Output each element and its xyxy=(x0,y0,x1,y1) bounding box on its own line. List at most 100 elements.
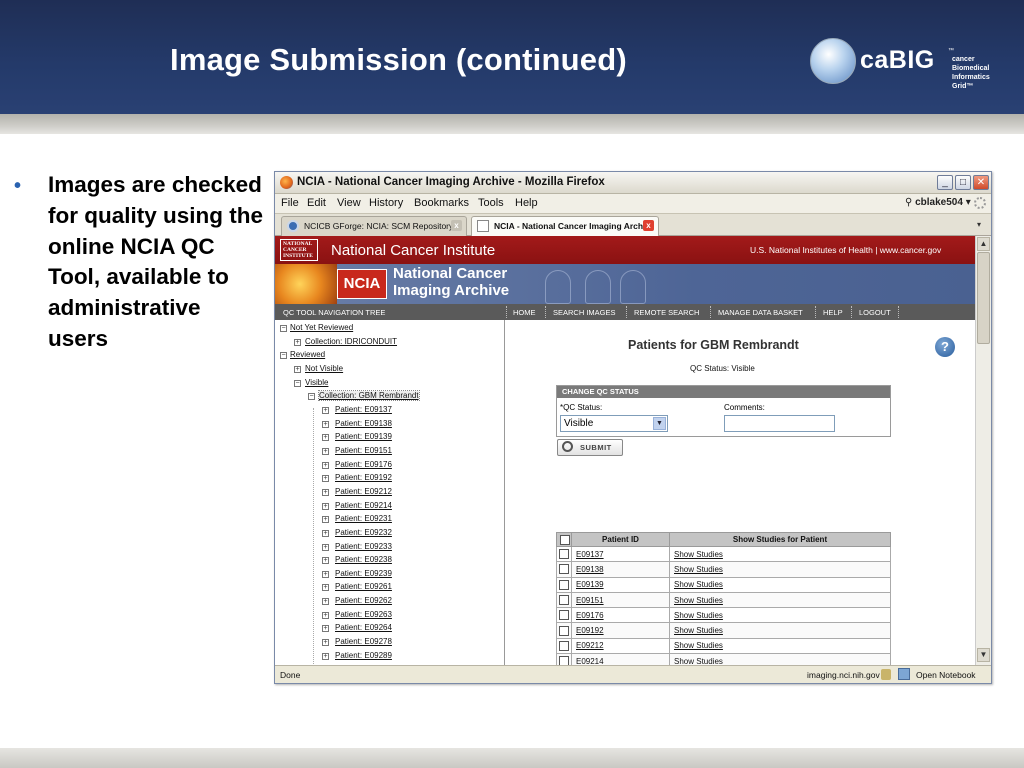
row-checkbox[interactable] xyxy=(559,564,569,575)
notebook-icon[interactable] xyxy=(898,668,910,680)
tab-list-icon[interactable]: ▾ xyxy=(977,220,981,229)
tree-patient-item[interactable]: Patient: E09192 xyxy=(335,473,392,482)
row-checkbox[interactable] xyxy=(559,640,569,651)
expand-icon[interactable]: + xyxy=(322,516,329,524)
tree-not-yet-reviewed[interactable]: Not Yet Reviewed xyxy=(290,323,353,332)
expand-icon[interactable]: + xyxy=(322,407,329,414)
patient-id-link[interactable]: E09139 xyxy=(576,580,604,589)
tree-patient-item[interactable]: Patient: E09137 xyxy=(335,405,392,414)
scroll-down-icon[interactable]: ▼ xyxy=(977,648,990,662)
minimize-button[interactable]: _ xyxy=(937,175,953,190)
nav-manage-data-basket[interactable]: MANAGE DATA BASKET xyxy=(718,308,803,317)
expand-icon[interactable]: + xyxy=(294,366,301,373)
row-checkbox[interactable] xyxy=(559,595,569,606)
menu-view[interactable]: View xyxy=(337,197,361,209)
tree-patient-item[interactable]: Patient: E09138 xyxy=(335,419,392,428)
menu-history[interactable]: History xyxy=(369,197,403,209)
row-checkbox[interactable] xyxy=(559,549,569,560)
tree-patient-item[interactable]: Patient: E09232 xyxy=(335,528,392,537)
tree-patient-item[interactable]: Patient: E09214 xyxy=(335,501,392,510)
collapse-icon[interactable]: − xyxy=(280,325,287,332)
expand-icon[interactable]: + xyxy=(322,570,329,578)
tree-patient-item[interactable]: Patient: E09151 xyxy=(335,446,392,455)
menu-edit[interactable]: Edit xyxy=(307,197,326,209)
expand-icon[interactable]: + xyxy=(322,420,329,428)
show-studies-link[interactable]: Show Studies xyxy=(674,626,723,635)
lock-icon[interactable] xyxy=(881,669,891,680)
tree-patient-item[interactable]: Patient: E09231 xyxy=(335,514,392,523)
help-icon[interactable]: ? xyxy=(935,337,955,357)
collapse-icon[interactable]: − xyxy=(294,380,301,387)
tree-visible[interactable]: Visible xyxy=(305,378,328,387)
patient-id-link[interactable]: E09176 xyxy=(576,611,604,620)
expand-icon[interactable]: + xyxy=(322,502,329,510)
tree-patient-item[interactable]: Patient: E09238 xyxy=(335,555,392,564)
menu-tools[interactable]: Tools xyxy=(478,197,504,209)
tree-patient-item[interactable]: Patient: E09264 xyxy=(335,623,392,632)
tree-not-visible[interactable]: Not Visible xyxy=(305,364,343,373)
nav-help[interactable]: HELP xyxy=(823,308,843,317)
nav-remote-search[interactable]: REMOTE SEARCH xyxy=(634,308,699,317)
title-bar[interactable]: NCIA - National Cancer Imaging Archive -… xyxy=(275,172,991,194)
show-studies-link[interactable]: Show Studies xyxy=(674,596,723,605)
tree-patient-item[interactable]: Patient: E09233 xyxy=(335,542,392,551)
row-checkbox[interactable] xyxy=(559,625,569,636)
tree-patient-item[interactable]: Patient: E09176 xyxy=(335,460,392,469)
row-checkbox[interactable] xyxy=(559,656,569,665)
tree-patient-item[interactable]: Patient: E09262 xyxy=(335,596,392,605)
chevron-down-icon[interactable]: ▼ xyxy=(653,417,666,430)
expand-icon[interactable]: + xyxy=(322,557,329,565)
expand-icon[interactable]: + xyxy=(322,529,329,537)
expand-icon[interactable]: + xyxy=(322,611,329,619)
menu-help[interactable]: Help xyxy=(515,197,538,209)
tree-patient-item[interactable]: Patient: E09289 xyxy=(335,651,392,660)
nav-home[interactable]: HOME xyxy=(513,308,536,317)
collapse-icon[interactable]: − xyxy=(308,393,315,400)
show-studies-link[interactable]: Show Studies xyxy=(674,641,723,650)
expand-icon[interactable]: + xyxy=(322,598,329,606)
tree-patient-item[interactable]: Patient: E09139 xyxy=(335,432,392,441)
expand-icon[interactable]: + xyxy=(322,639,329,647)
patient-id-link[interactable]: E09192 xyxy=(576,626,604,635)
qc-status-select[interactable]: Visible ▼ xyxy=(560,415,668,432)
user-menu[interactable]: ⚲ cblake504 ▾ xyxy=(905,197,971,208)
nav-search-images[interactable]: SEARCH IMAGES xyxy=(553,308,616,317)
close-button[interactable]: ✕ xyxy=(973,175,989,190)
maximize-button[interactable]: □ xyxy=(955,175,971,190)
tree-collection-gbm[interactable]: Collection: GBM Rembrandt xyxy=(318,390,420,401)
collapse-icon[interactable]: − xyxy=(280,352,287,359)
show-studies-link[interactable]: Show Studies xyxy=(674,565,723,574)
expand-icon[interactable]: + xyxy=(322,652,329,660)
menu-bookmarks[interactable]: Bookmarks xyxy=(414,197,469,209)
comments-input[interactable] xyxy=(724,415,835,432)
nci-logo[interactable]: NATIONAL CANCER INSTITUTE xyxy=(280,239,318,261)
show-studies-link[interactable]: Show Studies xyxy=(674,657,723,665)
patient-id-link[interactable]: E09212 xyxy=(576,641,604,650)
tree-patient-item[interactable]: Patient: E09239 xyxy=(335,569,392,578)
patient-id-link[interactable]: E09138 xyxy=(576,565,604,574)
tab-gforge[interactable]: NCICB GForge: NCIA: SCM Repository x xyxy=(281,216,467,236)
expand-icon[interactable]: + xyxy=(322,488,329,496)
patient-id-link[interactable]: E09214 xyxy=(576,657,604,665)
nav-logout[interactable]: LOGOUT xyxy=(859,308,891,317)
tree-patient-item[interactable]: Patient: E09263 xyxy=(335,610,392,619)
scroll-thumb[interactable] xyxy=(977,252,990,344)
submit-button[interactable]: SUBMIT xyxy=(557,439,623,456)
patient-id-link[interactable]: E09137 xyxy=(576,550,604,559)
menu-file[interactable]: File xyxy=(281,197,299,209)
tab-ncia[interactable]: NCIA - National Cancer Imaging Arch... x xyxy=(471,216,659,237)
expand-icon[interactable]: + xyxy=(322,447,329,455)
expand-icon[interactable]: + xyxy=(322,434,329,442)
tab-close-icon[interactable]: x xyxy=(643,220,654,231)
tree-collection-idri[interactable]: Collection: IDRICONDUIT xyxy=(305,337,397,346)
open-notebook-link[interactable]: Open Notebook xyxy=(916,670,976,680)
scroll-up-icon[interactable]: ▲ xyxy=(977,237,990,251)
tree-patient-item[interactable]: Patient: E09261 xyxy=(335,582,392,591)
row-checkbox[interactable] xyxy=(559,579,569,590)
tree-reviewed[interactable]: Reviewed xyxy=(290,350,325,359)
tree-patient-item[interactable]: Patient: E09212 xyxy=(335,487,392,496)
vertical-scrollbar[interactable]: ▲ ▼ xyxy=(975,236,991,665)
patient-id-link[interactable]: E09151 xyxy=(576,596,604,605)
select-all-checkbox[interactable] xyxy=(560,534,570,545)
row-checkbox[interactable] xyxy=(559,610,569,621)
